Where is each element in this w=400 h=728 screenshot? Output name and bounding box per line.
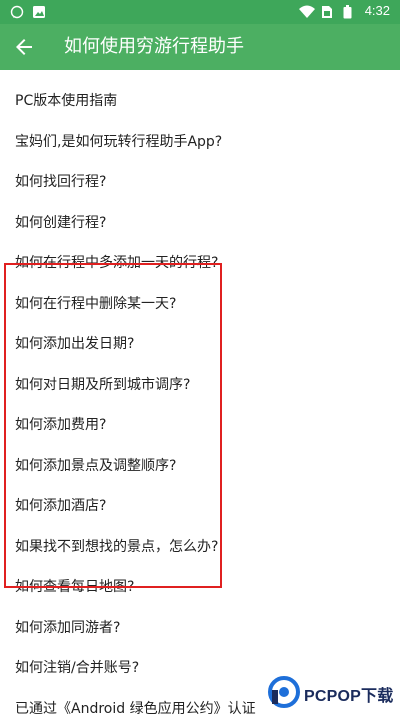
pcpop-logo-icon	[268, 676, 300, 712]
list-item[interactable]: 如何添加费用?	[0, 404, 400, 445]
list-item[interactable]: PC版本使用指南	[0, 80, 400, 121]
list-item[interactable]: 如果找不到想找的景点，怎么办?	[0, 526, 400, 567]
image-icon	[32, 4, 46, 18]
list-item[interactable]: 如何添加景点及调整顺序?	[0, 445, 400, 486]
battery-icon	[343, 4, 357, 18]
list-item[interactable]: 如何添加出发日期?	[0, 323, 400, 364]
status-time: 4:32	[365, 3, 390, 18]
chat-icon	[10, 4, 24, 18]
list-item[interactable]: 宝妈们,是如何玩转行程助手App?	[0, 121, 400, 162]
list-item[interactable]: 如何对日期及所到城市调序?	[0, 364, 400, 405]
list-item[interactable]: 如何添加同游者?	[0, 607, 400, 648]
page-title: 如何使用穷游行程助手	[64, 36, 244, 58]
watermark: PCPOP下载	[268, 672, 396, 716]
watermark-text: PCPOP下载	[304, 682, 393, 706]
wifi-icon	[299, 4, 313, 18]
list-item[interactable]: 如何在行程中多添加一天的行程?	[0, 242, 400, 283]
list-item[interactable]: 如何找回行程?	[0, 161, 400, 202]
list-item[interactable]: 如何查看每日地图?	[0, 566, 400, 607]
help-topic-list: PC版本使用指南 宝妈们,是如何玩转行程助手App? 如何找回行程? 如何创建行…	[0, 80, 400, 728]
list-item[interactable]: 如何添加酒店?	[0, 485, 400, 526]
status-bar: 4:32	[0, 0, 400, 24]
app-bar: 如何使用穷游行程助手	[0, 24, 400, 70]
list-item[interactable]: 如何创建行程?	[0, 202, 400, 243]
arrow-left-icon[interactable]	[12, 35, 36, 59]
sim-icon	[321, 4, 335, 18]
list-item[interactable]: 如何在行程中删除某一天?	[0, 283, 400, 324]
